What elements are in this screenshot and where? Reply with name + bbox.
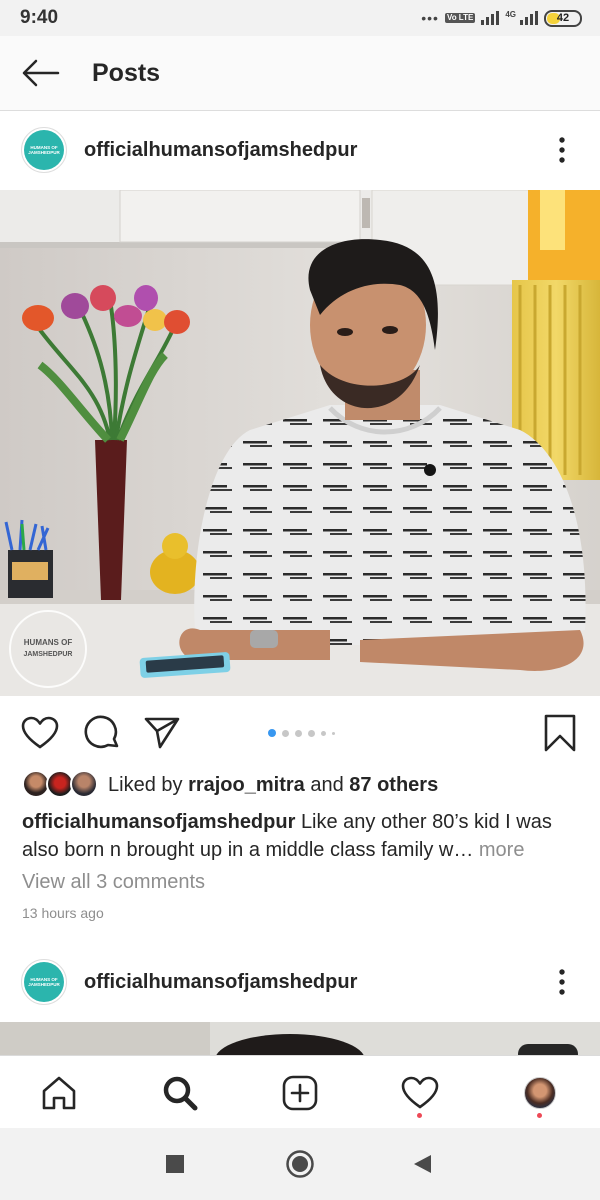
search-icon xyxy=(163,1076,198,1111)
new-post-icon xyxy=(282,1075,318,1111)
back-button[interactable] xyxy=(0,36,80,111)
home-system-button[interactable] xyxy=(280,1146,320,1182)
battery-icon: 42 xyxy=(544,9,582,27)
status-bar: 9:40 ••• Vo LTE 4G 42 xyxy=(0,0,600,36)
carousel-dot xyxy=(282,729,289,737)
recents-button[interactable] xyxy=(155,1146,195,1182)
comment-button[interactable] xyxy=(80,711,124,755)
post-header: HUMANS OF JAMSHEDPUR officialhumansofjam… xyxy=(0,111,600,189)
liker-avatars xyxy=(22,770,98,800)
likes-others[interactable]: 87 others xyxy=(349,774,438,796)
arrow-left-icon xyxy=(22,59,60,87)
nav-search-button[interactable] xyxy=(155,1068,205,1118)
more-vertical-icon xyxy=(559,969,565,995)
carousel-dot xyxy=(308,729,315,737)
post-caption: officialhumansofjamshedpur Like any othe… xyxy=(22,808,582,864)
signal-icon-1 xyxy=(481,11,500,25)
share-button[interactable] xyxy=(140,711,184,755)
liker-avatar xyxy=(70,770,98,798)
nav-home-button[interactable] xyxy=(34,1068,84,1118)
bottom-nav xyxy=(0,1055,600,1128)
post-options-button[interactable] xyxy=(538,958,586,1006)
avatar-text-line2: JAMSHEDPUR xyxy=(28,982,60,987)
caption-username[interactable]: officialhumansofjamshedpur xyxy=(22,811,295,833)
home-circle-icon xyxy=(286,1150,314,1178)
activity-icon xyxy=(401,1076,439,1109)
likes-conjunction: and xyxy=(310,773,344,796)
post-avatar[interactable]: HUMANS OF JAMSHEDPUR xyxy=(21,959,67,1005)
profile-notification-dot xyxy=(537,1113,542,1118)
post-photo[interactable] xyxy=(0,1022,600,1056)
post-username[interactable]: officialhumansofjamshedpur xyxy=(84,971,538,994)
likes-row[interactable]: Liked by rrajoo_mitra and 87 others xyxy=(22,770,438,800)
likes-prefix: Liked by xyxy=(108,773,183,796)
home-icon xyxy=(42,1076,76,1110)
system-nav-bar xyxy=(0,1128,600,1200)
status-icons: ••• Vo LTE 4G 42 xyxy=(421,9,582,27)
post-photo[interactable]: HUMANS OF JAMSHEDPUR xyxy=(0,190,600,696)
page-title: Posts xyxy=(92,58,161,87)
comment-icon xyxy=(84,715,119,749)
caption-more-link[interactable]: more xyxy=(479,839,525,861)
carousel-dot xyxy=(321,730,326,736)
watermark-line1: HUMANS OF xyxy=(24,638,73,647)
save-button[interactable] xyxy=(538,711,582,755)
post-timestamp: 13 hours ago xyxy=(22,905,104,921)
app-header: Posts xyxy=(0,36,600,111)
post-photo-illustration: HUMANS OF JAMSHEDPUR xyxy=(0,190,600,696)
heart-icon xyxy=(21,716,59,749)
post-options-button[interactable] xyxy=(538,126,586,174)
avatar-text-line2: JAMSHEDPUR xyxy=(28,150,60,155)
recents-icon xyxy=(166,1155,184,1173)
more-notifications-icon: ••• xyxy=(421,10,439,26)
view-comments-link[interactable]: View all 3 comments xyxy=(22,871,205,894)
watermark-line2: JAMSHEDPUR xyxy=(23,651,72,658)
volte-icon: Vo LTE xyxy=(444,13,476,23)
bookmark-icon xyxy=(544,714,576,752)
carousel-indicator xyxy=(268,729,335,737)
post-header: HUMANS OF JAMSHEDPUR officialhumansofjam… xyxy=(0,943,600,1021)
status-time: 9:40 xyxy=(20,7,59,28)
likes-summary: Liked by rrajoo_mitra and 87 others xyxy=(108,774,438,797)
back-system-button[interactable] xyxy=(402,1146,442,1182)
post-username[interactable]: officialhumansofjamshedpur xyxy=(84,139,538,162)
network-type: 4G xyxy=(505,9,516,19)
post-action-bar xyxy=(0,705,600,761)
carousel-dot xyxy=(332,731,335,735)
profile-avatar xyxy=(524,1077,556,1109)
carousel-dot-active xyxy=(268,729,276,737)
like-button[interactable] xyxy=(18,711,62,755)
battery-level: 42 xyxy=(556,12,570,24)
activity-notification-dot xyxy=(417,1113,422,1118)
more-vertical-icon xyxy=(559,137,565,163)
nav-activity-button[interactable] xyxy=(395,1068,445,1118)
post-avatar[interactable]: HUMANS OF JAMSHEDPUR xyxy=(21,127,67,173)
nav-profile-button[interactable] xyxy=(515,1068,565,1118)
carousel-dot xyxy=(295,729,302,737)
send-icon xyxy=(144,717,180,749)
signal-icon-2 xyxy=(520,11,538,25)
nav-new-post-button[interactable] xyxy=(275,1068,325,1118)
back-triangle-icon xyxy=(414,1155,431,1173)
liker-username[interactable]: rrajoo_mitra xyxy=(188,774,305,796)
post-photo-illustration xyxy=(0,1022,600,1056)
